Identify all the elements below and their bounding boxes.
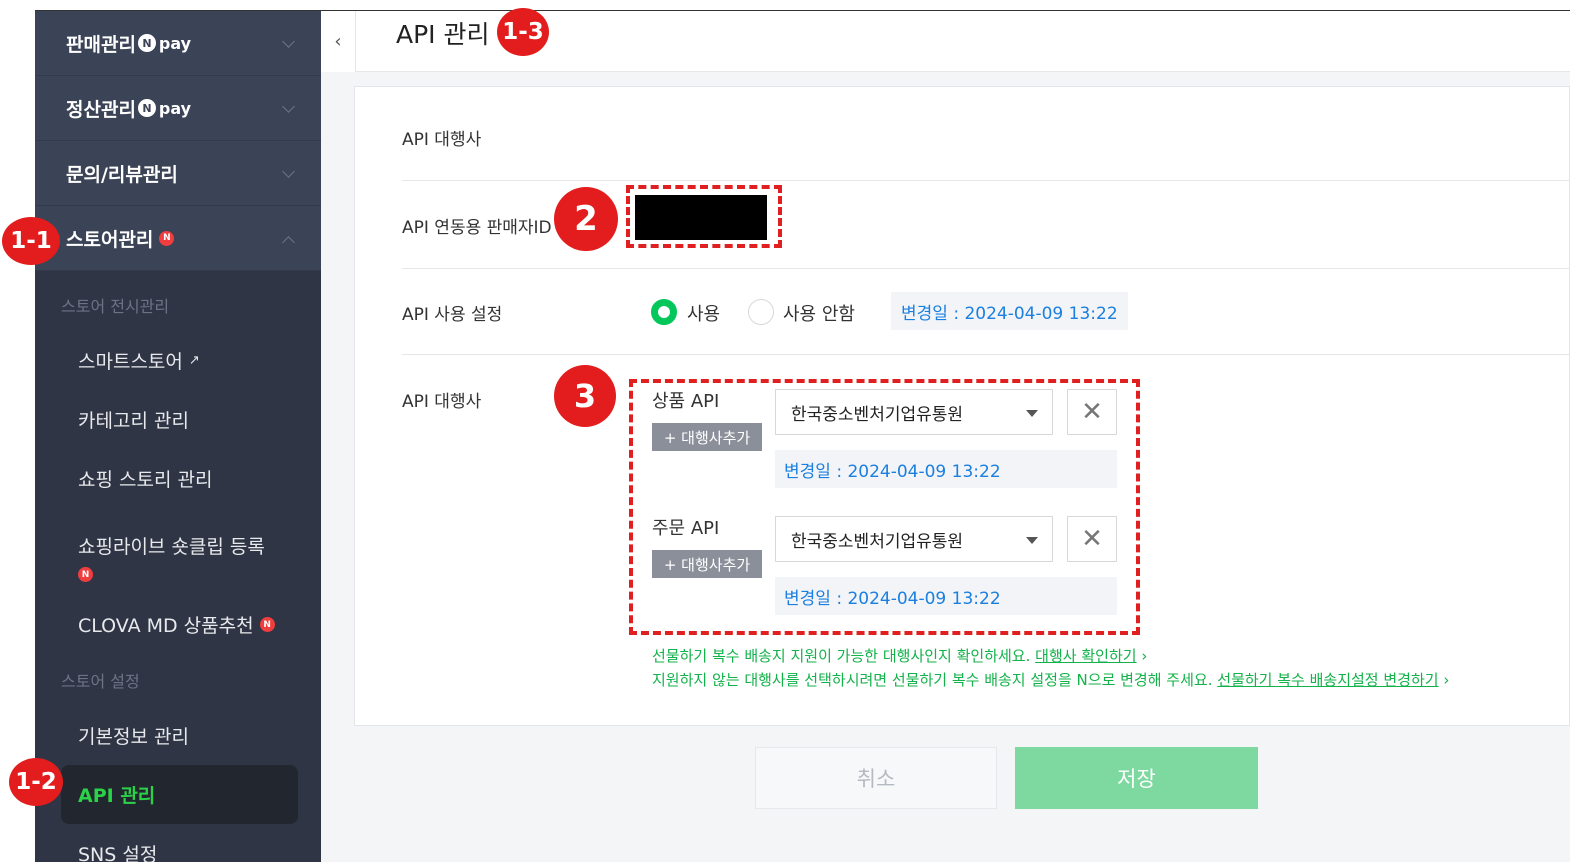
store-submenu: 스토어 전시관리 스마트스토어 ↗ 카테고리 관리 쇼핑 스토리 관리 쇼핑라이… xyxy=(35,271,321,862)
divider xyxy=(402,268,1570,269)
sub-item-label: CLOVA MD 상품추천 xyxy=(78,615,254,637)
sub-item-smartstore[interactable]: 스마트스토어 ↗ xyxy=(35,331,321,390)
divider xyxy=(402,180,1570,181)
new-badge-icon: N xyxy=(259,617,275,632)
sub-item-label: SNS 설정 xyxy=(78,844,158,862)
npay-text: pay xyxy=(158,33,192,53)
chevron-down-icon xyxy=(282,35,295,48)
gift-note-1: 선물하기 복수 배송지 지원이 가능한 대행사인지 확인하세요. 대행사 확인하… xyxy=(652,645,1147,666)
external-link-icon: ↗ xyxy=(188,353,200,368)
cancel-button[interactable]: 취소 xyxy=(755,747,997,809)
menu-store-label: 스토어관리 xyxy=(66,228,154,251)
annotation-marker-3: 3 xyxy=(554,365,616,427)
label-api-usage: API 사용 설정 xyxy=(402,305,503,325)
menu-inquiry-review[interactable]: 문의/리뷰관리 xyxy=(35,141,321,206)
divider xyxy=(402,354,1570,355)
sub-item-label: 카테고리 관리 xyxy=(78,410,189,432)
sidebar: 판매관리 Npay 정산관리 Npay 문의/리뷰관리 스토어관리 N 스토어 … xyxy=(35,11,321,862)
npay-logo: Npay xyxy=(137,98,192,118)
page-title: API 관리 xyxy=(396,20,490,49)
chevron-down-icon xyxy=(282,165,295,178)
sub-item-sns-settings[interactable]: SNS 설정 xyxy=(35,824,321,862)
save-button[interactable]: 저장 xyxy=(1015,747,1258,809)
link-arrow-icon: › xyxy=(1141,647,1148,665)
sub-item-shortclip[interactable]: 쇼핑라이브 숏클립 등록 N xyxy=(35,508,321,595)
annotation-box-3 xyxy=(629,379,1140,635)
sub-item-label: 스마트스토어 xyxy=(78,351,183,373)
sub-item-category[interactable]: 카테고리 관리 xyxy=(35,390,321,449)
chevron-down-icon xyxy=(282,100,295,113)
menu-sales[interactable]: 판매관리 Npay xyxy=(35,11,321,76)
sidebar-collapse-button[interactable]: ‹ xyxy=(321,11,356,72)
radio-usage-off[interactable] xyxy=(748,299,774,325)
sub-item-label: 쇼핑라이브 숏클립 등록 xyxy=(78,536,265,558)
label-seller-id: API 연동용 판매자ID xyxy=(402,218,552,238)
radio-usage-on-label: 사용 xyxy=(687,304,721,325)
annotation-marker-1-1: 1-1 xyxy=(2,217,60,265)
menu-settlement-label: 정산관리 xyxy=(66,98,136,121)
menu-settlement[interactable]: 정산관리 Npay xyxy=(35,76,321,141)
npay-n-icon: N xyxy=(137,99,156,117)
annotation-marker-1-2: 1-2 xyxy=(9,758,63,806)
npay-logo: Npay xyxy=(137,33,192,53)
sub-item-shopping-story[interactable]: 쇼핑 스토리 관리 xyxy=(35,449,321,508)
annotation-marker-2: 2 xyxy=(554,187,618,251)
menu-sales-label: 판매관리 xyxy=(66,33,136,56)
menu-store-management[interactable]: 스토어관리 N xyxy=(35,206,321,271)
sub-item-basic-info[interactable]: 기본정보 관리 xyxy=(35,706,321,765)
label-api-agency: API 대행사 xyxy=(402,130,482,150)
radio-usage-on[interactable] xyxy=(651,299,677,325)
label-api-agency-2: API 대행사 xyxy=(402,392,482,412)
npay-n-icon: N xyxy=(137,34,156,52)
annotation-box-2 xyxy=(626,185,782,248)
group-store-settings: 스토어 설정 xyxy=(61,672,140,691)
gift-note-2: 지원하지 않는 대행사를 선택하시려면 선물하기 복수 배송지 설정을 N으로 … xyxy=(652,669,1449,690)
usage-changed-date: 변경일 : 2024-04-09 13:22 xyxy=(891,292,1128,330)
sub-item-api-management[interactable]: API 관리 xyxy=(61,765,298,824)
chevron-up-icon xyxy=(282,236,295,249)
sub-item-label: API 관리 xyxy=(78,785,156,807)
annotation-marker-1-3: 1-3 xyxy=(497,8,549,56)
sub-item-clova-md[interactable]: CLOVA MD 상품추천 N xyxy=(35,595,321,654)
npay-text: pay xyxy=(158,98,192,118)
radio-usage-off-label: 사용 안함 xyxy=(783,304,855,325)
check-agency-link[interactable]: 대행사 확인하기 xyxy=(1035,647,1136,665)
sub-item-label: 기본정보 관리 xyxy=(78,726,189,748)
gift-note-2-text: 지원하지 않는 대행사를 선택하시려면 선물하기 복수 배송지 설정을 N으로 … xyxy=(652,671,1213,689)
new-badge-icon: N xyxy=(78,567,93,582)
gift-note-1-text: 선물하기 복수 배송지 지원이 가능한 대행사인지 확인하세요. xyxy=(652,647,1031,665)
menu-inquiry-label: 문의/리뷰관리 xyxy=(66,163,178,186)
group-store-display: 스토어 전시관리 xyxy=(61,297,170,316)
new-badge-icon: N xyxy=(159,230,175,246)
change-gift-setting-link[interactable]: 선물하기 복수 배송지설정 변경하기 xyxy=(1217,671,1438,689)
link-arrow-icon: › xyxy=(1443,671,1450,689)
sub-item-label: 쇼핑 스토리 관리 xyxy=(78,469,213,491)
